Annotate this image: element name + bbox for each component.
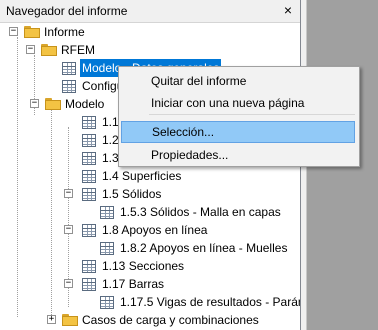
tree-item-load-cases[interactable]: + Casos de carga y combinaciones bbox=[0, 311, 300, 329]
tree-item-label: Informe bbox=[44, 25, 85, 39]
tree-item-1-17-5[interactable]: 1.17.5 Vigas de resultados - Parámetros bbox=[0, 293, 300, 311]
tree-item-label: 1.4 Superficies bbox=[102, 169, 182, 183]
table-icon bbox=[82, 224, 96, 237]
table-icon bbox=[62, 80, 76, 93]
menu-item-start-new-page[interactable]: Iniciar con una nueva página bbox=[121, 92, 355, 114]
table-icon bbox=[82, 170, 96, 183]
tree-item-label: 1.17.5 Vigas de resultados - Parámetros bbox=[120, 295, 300, 309]
context-menu: Quitar del informe Iniciar con una nueva… bbox=[118, 66, 360, 167]
tree-item-1-4[interactable]: 1.4 Superficies bbox=[0, 167, 300, 185]
tree-item-1-17[interactable]: − 1.17 Barras bbox=[0, 275, 300, 293]
tree-item-label: 1.5 Sólidos bbox=[102, 187, 162, 201]
table-icon bbox=[100, 242, 114, 255]
tree-item-label: 1.17 Barras bbox=[102, 277, 165, 291]
collapse-icon[interactable]: − bbox=[64, 225, 73, 234]
tree-item-1-5[interactable]: − 1.5 Sólidos bbox=[0, 185, 300, 203]
panel-title: Navegador del informe bbox=[6, 4, 128, 18]
table-icon bbox=[82, 278, 96, 291]
table-icon bbox=[82, 134, 96, 147]
collapse-icon[interactable]: − bbox=[64, 279, 73, 288]
folder-icon bbox=[62, 314, 78, 326]
collapse-icon[interactable]: − bbox=[9, 27, 18, 36]
tree-item-1-8[interactable]: − 1.8 Apoyos en línea bbox=[0, 221, 300, 239]
tree-item-label: 1.13 Secciones bbox=[102, 259, 185, 273]
table-icon bbox=[100, 206, 114, 219]
table-icon bbox=[82, 188, 96, 201]
tree-item-1-8-2[interactable]: 1.8.2 Apoyos en línea - Muelles bbox=[0, 239, 300, 257]
menu-separator bbox=[149, 114, 355, 115]
tree-item-label: Modelo bbox=[65, 97, 105, 111]
panel-titlebar: Navegador del informe × bbox=[0, 0, 300, 23]
table-icon bbox=[82, 152, 96, 165]
table-icon bbox=[82, 260, 96, 273]
menu-item-properties[interactable]: Propiedades... bbox=[121, 144, 355, 166]
folder-icon bbox=[45, 98, 61, 110]
table-icon bbox=[100, 296, 114, 309]
tree-item-rfem[interactable]: − RFEM bbox=[0, 41, 300, 59]
tree-item-label: RFEM bbox=[61, 43, 95, 57]
close-icon[interactable]: × bbox=[284, 2, 292, 18]
tree-item-label: 1.8.2 Apoyos en línea - Muelles bbox=[120, 241, 288, 255]
expand-icon[interactable]: + bbox=[47, 315, 56, 324]
table-icon bbox=[62, 62, 76, 75]
tree-item-label: 1.8 Apoyos en línea bbox=[102, 223, 208, 237]
menu-item-remove-from-report[interactable]: Quitar del informe bbox=[121, 70, 355, 92]
menu-item-selection[interactable]: Selección... bbox=[121, 121, 355, 143]
collapse-icon[interactable]: − bbox=[26, 45, 35, 54]
tree-item-label: Casos de carga y combinaciones bbox=[82, 313, 259, 327]
folder-icon bbox=[24, 26, 40, 38]
tree-item-1-13[interactable]: 1.13 Secciones bbox=[0, 257, 300, 275]
collapse-icon[interactable]: − bbox=[64, 189, 73, 198]
tree-item-1-5-3[interactable]: 1.5.3 Sólidos - Malla en capas bbox=[0, 203, 300, 221]
table-icon bbox=[82, 116, 96, 129]
collapse-icon[interactable]: − bbox=[30, 99, 39, 108]
folder-icon bbox=[41, 44, 57, 56]
tree-item-informe[interactable]: − Informe bbox=[0, 23, 300, 41]
tree-item-label: 1.5.3 Sólidos - Malla en capas bbox=[120, 205, 281, 219]
